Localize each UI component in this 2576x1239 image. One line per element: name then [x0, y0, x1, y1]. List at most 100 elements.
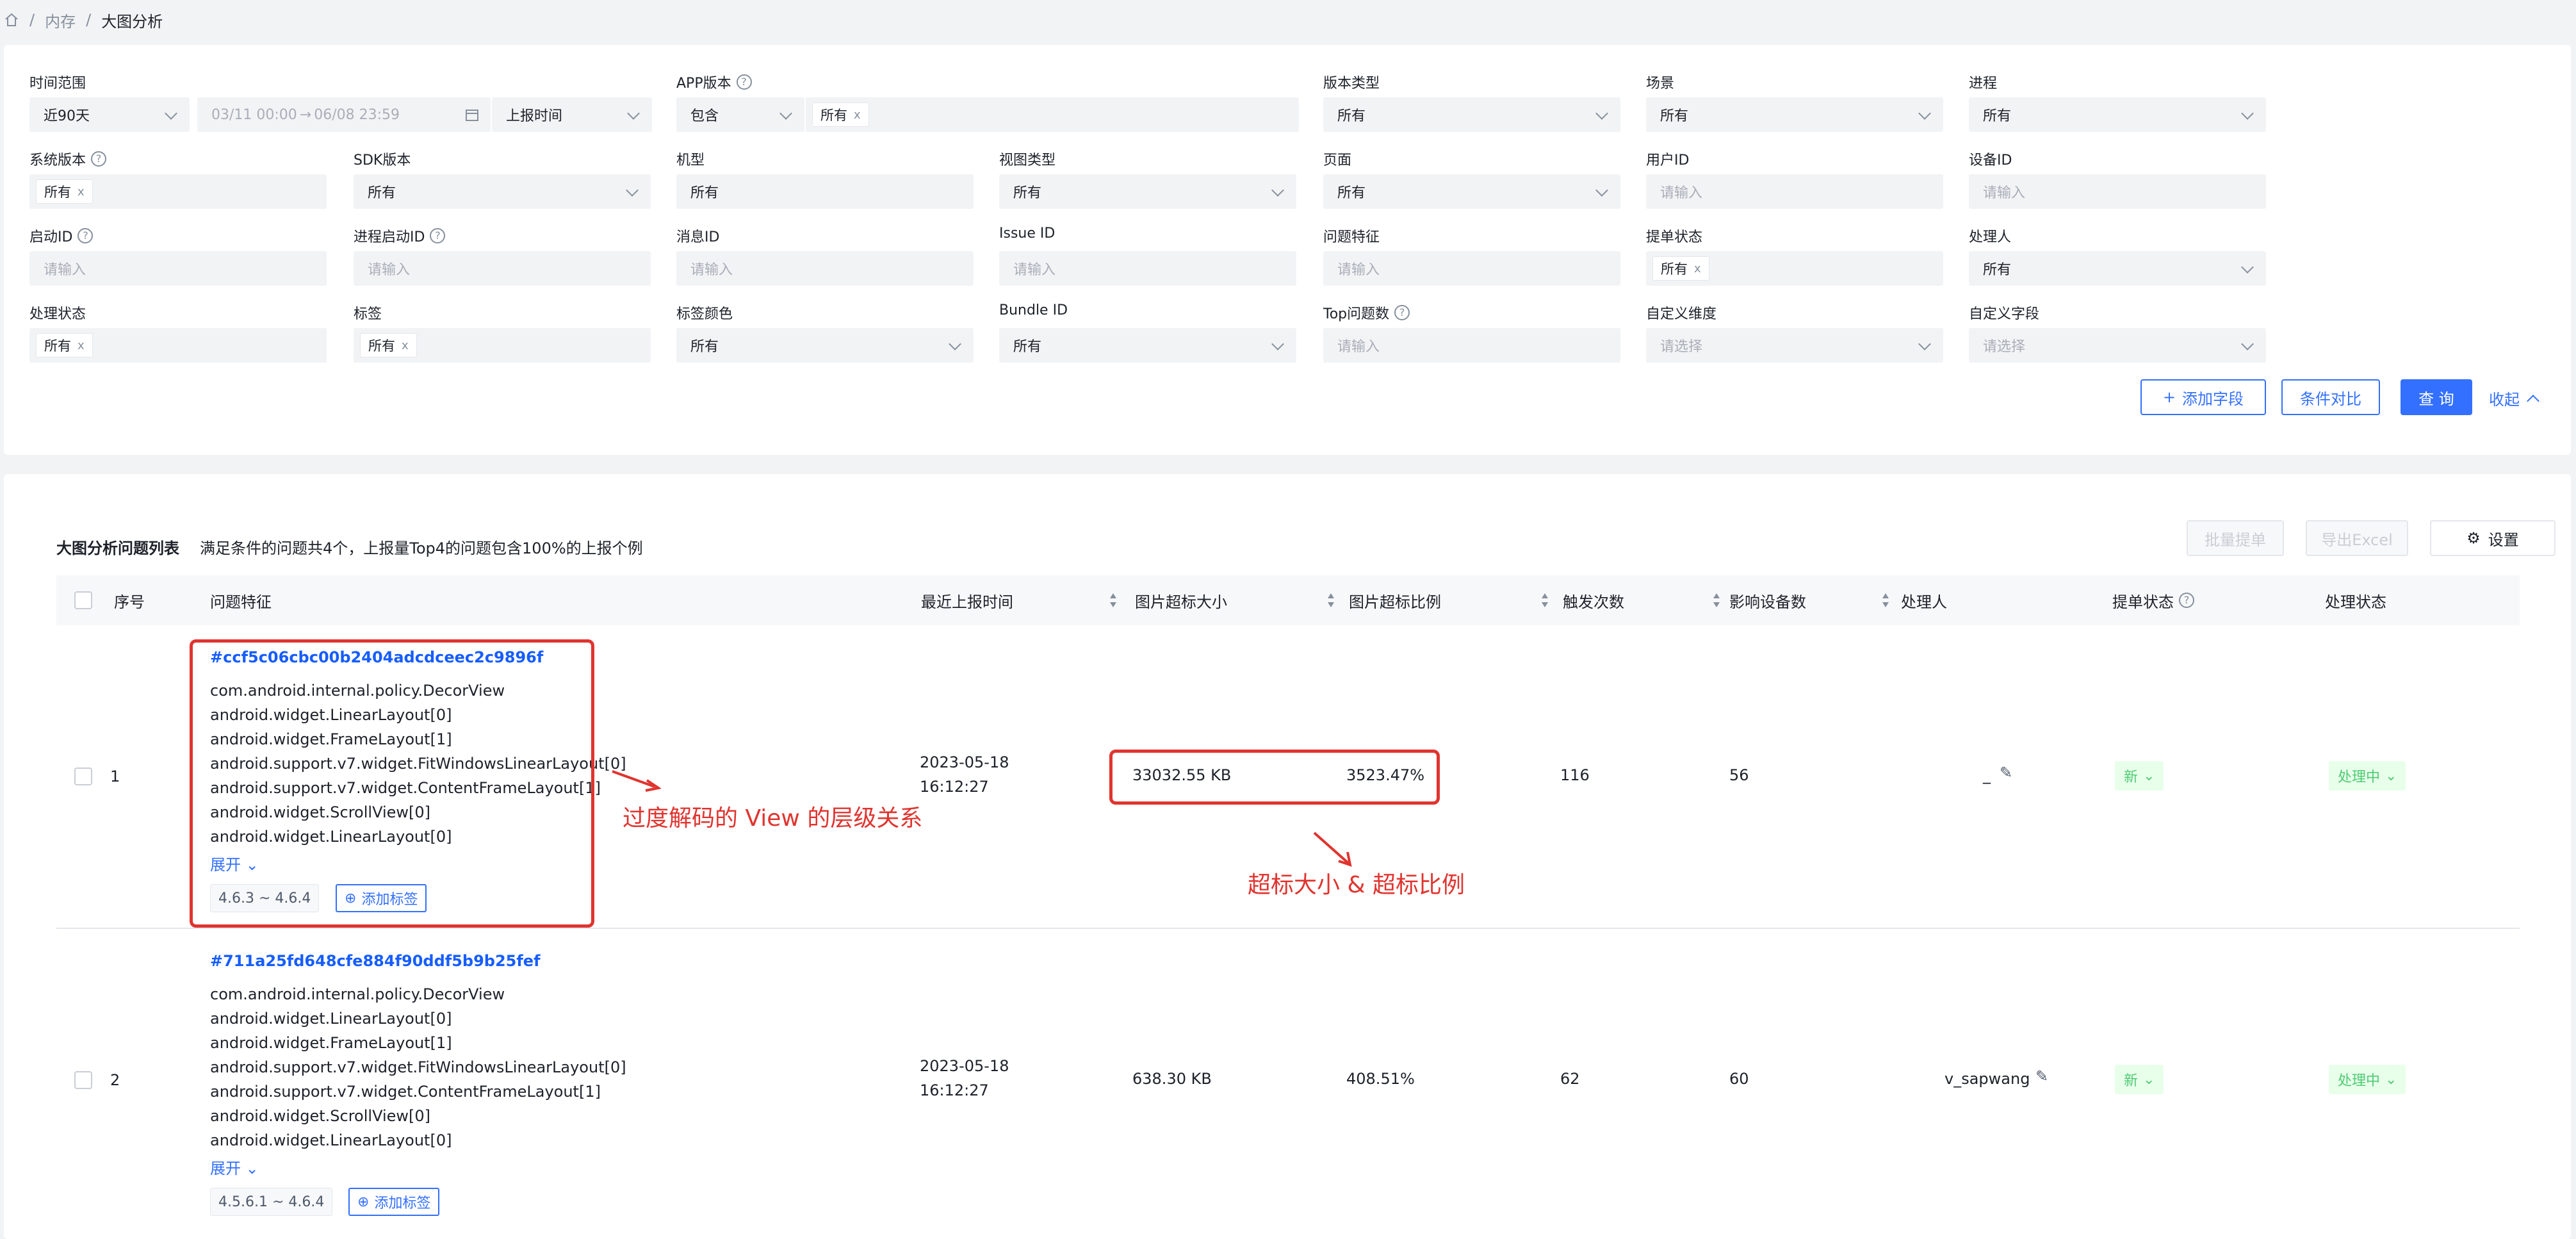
- view-line: android.support.v7.widget.FitWindowsLine…: [210, 1058, 626, 1076]
- view-type-value: 所有: [1013, 185, 1042, 201]
- issue-feature-input[interactable]: 请输入: [1323, 251, 1620, 286]
- handler-value: 所有: [1983, 262, 2012, 278]
- view-line: android.widget.LinearLayout[0]: [210, 1131, 452, 1149]
- view-line: android.widget.FrameLayout[1]: [210, 1034, 452, 1052]
- issue-feature-placeholder: 请输入: [1337, 262, 1380, 278]
- tag-color-select[interactable]: 所有: [676, 328, 974, 363]
- settings-button[interactable]: ⚙ 设置: [2430, 520, 2556, 556]
- version-range-badge: 4.5.6.1 ~ 4.6.4: [210, 1188, 333, 1216]
- add-field-label: 添加字段: [2182, 390, 2244, 408]
- version-type-select[interactable]: 所有: [1323, 97, 1620, 132]
- issue-hash-link[interactable]: #711a25fd648cfe884f90ddf5b9b25fef: [210, 952, 541, 970]
- breadcrumb-separator: /: [86, 11, 92, 29]
- help-icon[interactable]: ?: [736, 74, 752, 90]
- page-select[interactable]: 所有: [1323, 174, 1620, 209]
- row-checkbox[interactable]: [74, 1071, 92, 1089]
- label-custom-dimension: 自定义维度: [1646, 306, 1717, 322]
- select-all-checkbox[interactable]: [74, 591, 92, 609]
- message-id-input[interactable]: 请输入: [676, 251, 974, 286]
- user-id-input[interactable]: 请输入: [1646, 174, 1943, 209]
- add-tag-button[interactable]: ⊕ 添加标签: [348, 1188, 440, 1216]
- chevron-down-icon: [2241, 261, 2254, 274]
- time-range-preset-select[interactable]: 近90天: [29, 97, 190, 132]
- help-icon[interactable]: ?: [77, 228, 94, 243]
- col-trigger-count[interactable]: 触发次数: [1563, 575, 1729, 625]
- tag-chip: 所有 x: [1652, 256, 1709, 281]
- chevron-up-icon: [2527, 394, 2539, 407]
- date-range-picker[interactable]: 03/11 00:00 → 06/08 23:59: [197, 97, 491, 132]
- help-icon[interactable]: ?: [91, 151, 107, 167]
- app-version-tag-select[interactable]: 所有 x: [806, 97, 1299, 132]
- close-icon[interactable]: x: [402, 339, 409, 352]
- tag-chip-label: 所有: [820, 108, 847, 123]
- col-last-report-time[interactable]: 最近上报时间: [921, 575, 1126, 625]
- launch-id-input[interactable]: 请输入: [29, 251, 327, 286]
- annotation-box-hierarchy: [190, 639, 594, 928]
- edit-icon[interactable]: ✎: [2000, 764, 2012, 782]
- close-icon[interactable]: x: [77, 185, 85, 199]
- tag-chip-label: 所有: [44, 185, 71, 200]
- process-value: 所有: [1983, 108, 2012, 124]
- breadcrumb-item-current: 大图分析: [101, 12, 163, 31]
- label-tag-color: 标签颜色: [676, 306, 733, 322]
- os-version-tag-select[interactable]: 所有 x: [29, 174, 327, 209]
- custom-dimension-select[interactable]: 请选择: [1646, 328, 1943, 363]
- label-tag-select[interactable]: 所有 x: [354, 328, 651, 363]
- submit-status-badge[interactable]: 新 ⌄: [2115, 1065, 2164, 1094]
- home-icon[interactable]: [4, 12, 19, 28]
- issue-id-input[interactable]: 请输入: [999, 251, 1296, 286]
- chevron-down-icon: [1271, 338, 1284, 350]
- handle-status-tag-select[interactable]: 所有 x: [29, 328, 327, 363]
- list-summary: 满足条件的问题共4个，上报量Top4的问题包含100%的上报个例: [200, 539, 643, 557]
- add-tag-label: 添加标签: [374, 1195, 431, 1211]
- query-button[interactable]: 查 询: [2401, 379, 2472, 415]
- collapse-label: 收起: [2489, 391, 2520, 409]
- submit-status-tag-select[interactable]: 所有 x: [1646, 251, 1943, 286]
- time-type-select[interactable]: 上报时间: [492, 97, 652, 132]
- handler-name: _: [1983, 766, 1991, 784]
- handle-status-badge[interactable]: 处理中 ⌄: [2329, 1065, 2406, 1094]
- model-select[interactable]: 所有: [676, 174, 974, 209]
- handle-status-badge[interactable]: 处理中 ⌄: [2329, 761, 2406, 791]
- process-launch-id-input[interactable]: 请输入: [354, 251, 651, 286]
- export-excel-button[interactable]: 导出Excel: [2306, 520, 2408, 556]
- bundle-id-select[interactable]: 所有: [999, 328, 1296, 363]
- device-id-input[interactable]: 请输入: [1969, 174, 2266, 209]
- process-launch-id-placeholder: 请输入: [368, 262, 411, 278]
- help-icon[interactable]: ?: [2179, 593, 2194, 608]
- close-icon[interactable]: x: [854, 108, 861, 122]
- oversize-ratio: 408.51%: [1346, 1070, 1415, 1088]
- help-icon[interactable]: ?: [1394, 305, 1410, 320]
- app-version-op-select[interactable]: 包含: [676, 97, 804, 132]
- view-line: android.support.v7.widget.ContentFrameLa…: [210, 1083, 601, 1101]
- collapse-button[interactable]: 收起: [2489, 387, 2539, 409]
- handler-select[interactable]: 所有: [1969, 251, 2266, 286]
- close-icon[interactable]: x: [1694, 262, 1701, 275]
- batch-submit-label: 批量提单: [2205, 530, 2266, 549]
- col-affected-devices[interactable]: 影响设备数: [1729, 575, 1898, 625]
- close-icon[interactable]: x: [77, 339, 85, 352]
- compare-button[interactable]: 条件对比: [2281, 379, 2380, 415]
- col-image-oversize[interactable]: 图片超标大小: [1135, 575, 1344, 625]
- scene-select[interactable]: 所有: [1646, 97, 1943, 132]
- col-handler: 处理人: [1901, 593, 1947, 611]
- expand-link[interactable]: 展开 ⌄: [210, 1156, 259, 1178]
- edit-icon[interactable]: ✎: [2035, 1067, 2048, 1085]
- row-checkbox[interactable]: [74, 767, 92, 785]
- label-launch-id: 启动ID?: [29, 226, 94, 246]
- add-field-button[interactable]: + 添加字段: [2140, 379, 2266, 415]
- expand-label: 展开: [210, 1160, 241, 1177]
- process-select[interactable]: 所有: [1969, 97, 2266, 132]
- launch-id-placeholder: 请输入: [44, 262, 86, 278]
- sdk-version-select[interactable]: 所有: [354, 174, 651, 209]
- top-issues-input[interactable]: 请输入: [1323, 328, 1620, 363]
- submit-status-badge[interactable]: 新 ⌄: [2115, 761, 2164, 791]
- batch-submit-button[interactable]: 批量提单: [2187, 520, 2284, 556]
- tag-chip-label: 所有: [1661, 261, 1688, 277]
- label-process: 进程: [1969, 76, 1998, 92]
- col-image-oversize-ratio[interactable]: 图片超标比例: [1349, 575, 1558, 625]
- custom-field-select[interactable]: 请选择: [1969, 328, 2266, 363]
- view-type-select[interactable]: 所有: [999, 174, 1296, 209]
- breadcrumb-item-memory[interactable]: 内存: [45, 9, 76, 31]
- help-icon[interactable]: ?: [430, 228, 446, 243]
